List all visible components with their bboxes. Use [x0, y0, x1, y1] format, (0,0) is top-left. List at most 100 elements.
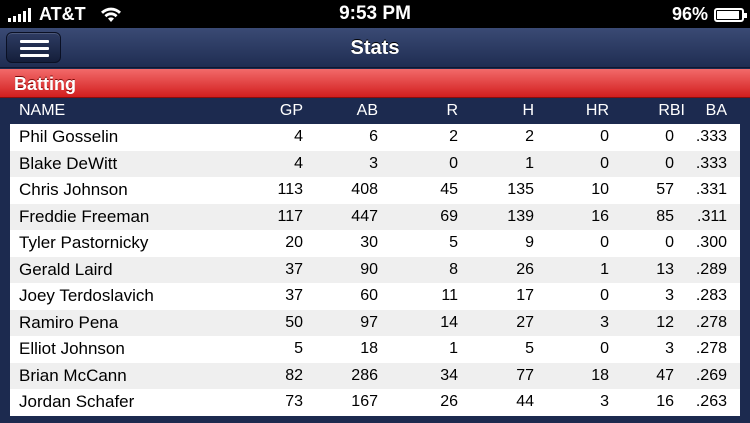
ba-value: .331 — [695, 181, 727, 198]
rbi-value: 0 — [665, 234, 674, 251]
table-row[interactable]: Freddie Freeman 117 447 69 139 16 85 .311 — [10, 203, 740, 230]
gp-value: 20 — [285, 234, 303, 251]
hr-value: 0 — [600, 234, 609, 251]
ab-value: 60 — [360, 287, 378, 304]
r-value: 1 — [449, 340, 458, 357]
battery-icon — [714, 7, 747, 22]
gp-value: 4 — [294, 154, 303, 172]
table-header: NAME GP AB R H HR RBI BA — [10, 98, 740, 124]
ab-value: 97 — [360, 313, 378, 331]
table-row[interactable]: Chris Johnson 113 408 45 135 10 57 .331 — [10, 177, 740, 204]
gp-value: 82 — [285, 366, 303, 384]
h-value: 9 — [525, 234, 534, 251]
gp-value: 37 — [285, 287, 303, 304]
h-value: 26 — [516, 260, 534, 278]
column-header-gp[interactable]: GP — [280, 102, 303, 120]
r-value: 26 — [440, 393, 458, 410]
ab-value: 90 — [360, 260, 378, 278]
ba-value: .278 — [695, 313, 727, 331]
r-value: 0 — [449, 154, 458, 172]
player-name: Elliot Johnson — [19, 339, 125, 358]
clock: 9:53 PM — [339, 3, 411, 24]
status-bar: AT&T 9:53 PM 96% — [0, 0, 750, 28]
ba-value: .289 — [695, 260, 727, 278]
hr-value: 10 — [591, 181, 609, 198]
gp-value: 5 — [294, 340, 303, 357]
hr-value: 16 — [591, 207, 609, 225]
h-value: 77 — [516, 366, 534, 384]
player-name: Joey Terdoslavich — [19, 286, 154, 305]
hr-value: 0 — [600, 154, 609, 172]
r-value: 69 — [440, 207, 458, 225]
gp-value: 117 — [277, 207, 303, 225]
player-name: Blake DeWitt — [19, 153, 118, 173]
hr-value: 1 — [600, 260, 609, 278]
hr-value: 18 — [591, 366, 609, 384]
section-header-batting: Batting — [0, 69, 750, 98]
hr-value: 3 — [600, 313, 609, 331]
hr-value: 0 — [600, 340, 609, 357]
gp-value: 50 — [285, 313, 303, 331]
ab-value: 167 — [351, 393, 378, 410]
table-row[interactable]: Ramiro Pena 50 97 14 27 3 12 .278 — [10, 309, 740, 336]
column-header-h[interactable]: H — [522, 102, 534, 120]
r-value: 11 — [441, 287, 458, 304]
table-row[interactable]: Phil Gosselin 4 6 2 2 0 0 .333 — [10, 124, 740, 151]
page-title: Stats — [350, 37, 400, 59]
hr-value: 0 — [600, 287, 609, 304]
h-value: 5 — [525, 340, 534, 357]
ba-value: .263 — [695, 393, 727, 410]
battery-group: 96% — [671, 4, 747, 25]
r-value: 45 — [440, 181, 458, 198]
ab-value: 6 — [369, 128, 378, 145]
rbi-value: 3 — [665, 287, 674, 304]
ab-value: 447 — [351, 207, 378, 225]
h-value: 17 — [516, 287, 534, 304]
rbi-value: 0 — [665, 154, 674, 172]
table-body: Phil Gosselin 4 6 2 2 0 0.333 Blake DeWitt 4 3 0 1 0… — [10, 124, 740, 416]
ba-value: .300 — [695, 234, 727, 251]
column-header-ab[interactable]: AB — [357, 102, 378, 120]
column-header-ba[interactable]: BA — [706, 102, 727, 120]
h-value: 139 — [507, 207, 534, 225]
ab-value: 3 — [369, 154, 378, 172]
ab-value: 30 — [360, 234, 378, 251]
r-value: 2 — [449, 128, 458, 145]
rbi-value: 85 — [656, 207, 674, 225]
player-name: Freddie Freeman — [19, 206, 150, 226]
h-value: 44 — [516, 393, 534, 410]
column-header-hr[interactable]: HR — [586, 102, 609, 120]
ba-value: .269 — [695, 366, 727, 384]
table-row[interactable]: Elliot Johnson 5 18 1 5 0 3 .278 — [10, 336, 740, 363]
ab-value: 286 — [351, 366, 378, 384]
r-value: 34 — [440, 366, 458, 384]
rbi-value: 57 — [656, 181, 674, 198]
ba-value: .278 — [695, 340, 727, 357]
section-title: Batting — [14, 74, 76, 94]
player-name: Chris Johnson — [19, 180, 128, 199]
column-header-rbi[interactable]: RBI — [658, 102, 685, 120]
table-row[interactable]: Blake DeWitt 4 3 0 1 0 0 .333 — [10, 150, 740, 177]
player-name: Gerald Laird — [19, 259, 113, 279]
table-row[interactable]: Jordan Schafer 73 167 26 44 3 16 .263 — [10, 389, 740, 416]
table-row[interactable]: Tyler Pastornicky 20 30 5 9 0 0 .300 — [10, 230, 740, 257]
h-value: 27 — [516, 313, 534, 331]
ba-value: .333 — [695, 128, 727, 145]
rbi-value: 0 — [665, 128, 674, 145]
table-row[interactable]: Joey Terdoslavich 37 60 11 17 0 3 .283 — [10, 283, 740, 310]
batting-table[interactable]: NAME GP AB R H HR RBI BA Phil Gosselin 4 6… — [10, 98, 740, 423]
column-header-name[interactable]: NAME — [19, 102, 65, 120]
rbi-value: 16 — [656, 393, 674, 410]
battery-percent: 96% — [671, 4, 708, 24]
rbi-value: 13 — [656, 260, 674, 278]
hr-value: 0 — [600, 128, 609, 145]
player-name: Brian McCann — [19, 365, 127, 385]
gp-value: 37 — [285, 260, 303, 278]
table-row[interactable]: Brian McCann 82 286 34 77 18 47 .269 — [10, 362, 740, 389]
h-value: 2 — [525, 128, 534, 145]
player-name: Jordan Schafer — [19, 392, 135, 411]
column-header-r[interactable]: R — [446, 102, 458, 120]
ba-value: .283 — [695, 287, 727, 304]
player-name: Phil Gosselin — [19, 127, 119, 146]
table-row[interactable]: Gerald Laird 37 90 8 26 1 13 .289 — [10, 256, 740, 283]
